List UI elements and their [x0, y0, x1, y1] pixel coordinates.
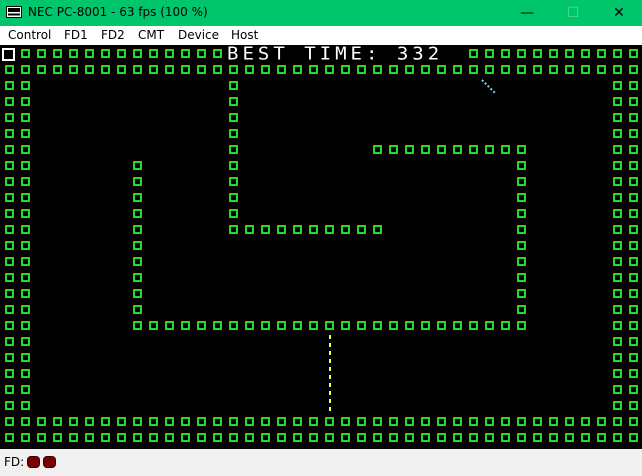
- maximize-icon: ☐: [566, 5, 580, 21]
- fd-status-label: FD:: [4, 455, 25, 469]
- pc8001-app-icon: [6, 6, 22, 18]
- maximize-button[interactable]: ☐: [550, 0, 596, 26]
- menu-bar: Control FD1 FD2 CMT Device Host: [0, 26, 642, 45]
- close-button[interactable]: ✕: [596, 0, 642, 26]
- menu-fd2[interactable]: FD2: [101, 28, 125, 42]
- minimize-icon: —: [520, 5, 534, 21]
- title-bar: NEC PC-8001 - 63 fps (100 %) — ☐ ✕: [0, 0, 642, 26]
- window-title: NEC PC-8001 - 63 fps (100 %): [28, 5, 208, 19]
- player-trails: [329, 79, 497, 415]
- close-icon: ✕: [613, 5, 625, 21]
- minimize-button[interactable]: —: [504, 0, 550, 26]
- status-bar: FD:: [0, 449, 642, 476]
- menu-host[interactable]: Host: [231, 28, 258, 42]
- menu-cmt[interactable]: CMT: [138, 28, 164, 42]
- emulator-screen[interactable]: BEST TIME: 332: [0, 45, 642, 449]
- menu-control[interactable]: Control: [8, 28, 51, 42]
- menu-fd1[interactable]: FD1: [64, 28, 88, 42]
- menu-device[interactable]: Device: [178, 28, 219, 42]
- player1-trail: [481, 79, 497, 95]
- fd2-indicator: [43, 456, 56, 468]
- fd1-indicator: [27, 456, 40, 468]
